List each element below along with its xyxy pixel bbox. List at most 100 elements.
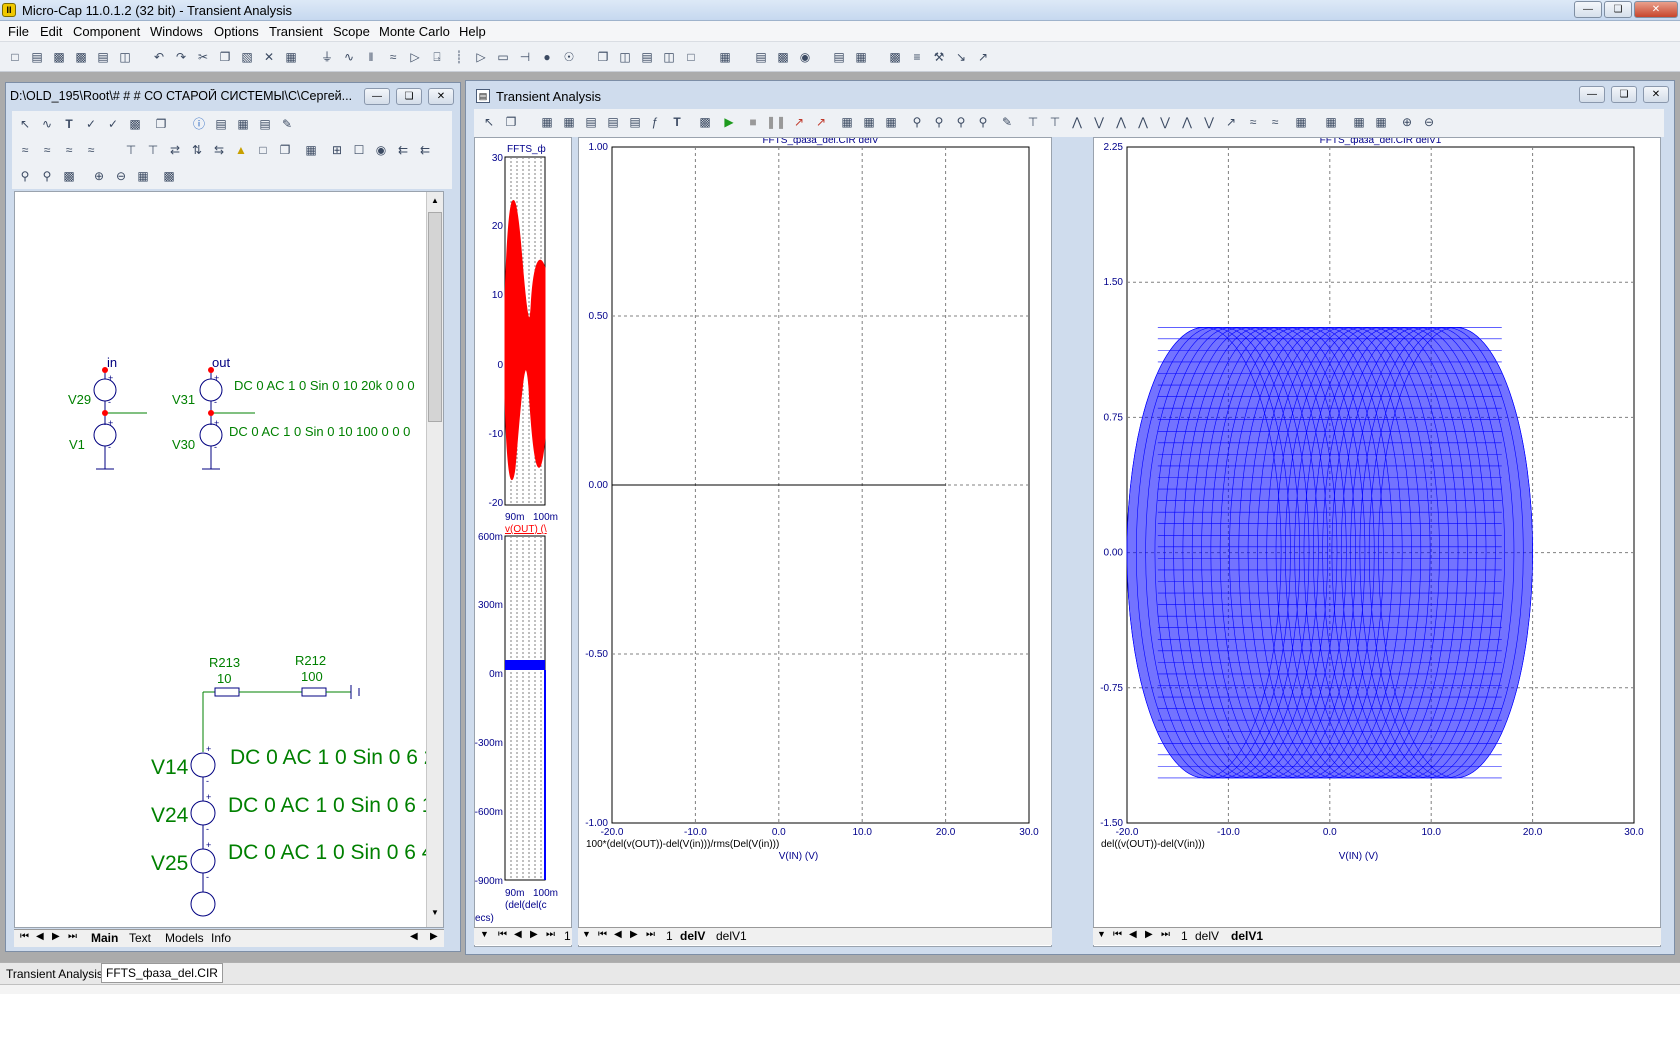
capacitor-icon[interactable]: ‖ xyxy=(362,48,380,66)
bottom-icon[interactable]: ⋁ xyxy=(1200,113,1218,131)
tab-prev-icon[interactable]: ◀ xyxy=(1129,929,1137,940)
horizontal-tag-icon[interactable]: ▦ xyxy=(1322,113,1340,131)
zoom-out-icon[interactable]: ⊖ xyxy=(1420,113,1438,131)
tab-delV[interactable]: delV xyxy=(1195,929,1219,943)
close-button[interactable]: ✕ xyxy=(1634,1,1678,18)
help-icon[interactable]: ▤ xyxy=(212,115,230,133)
schematic-minimize-button[interactable]: — xyxy=(364,88,390,105)
transistor-icon[interactable]: ⍈ xyxy=(428,48,446,66)
zoom-out-icon[interactable]: ⊖ xyxy=(112,167,130,185)
tab-first-icon[interactable]: ⏮ xyxy=(20,931,29,942)
pan-mode-icon[interactable]: ⚲ xyxy=(952,113,970,131)
slider-icon[interactable]: ↗ xyxy=(812,113,830,131)
switch-icon[interactable]: ● xyxy=(538,48,556,66)
pin-connections-icon[interactable]: ⊤ xyxy=(122,141,140,159)
grid-icon[interactable]: ⊤ xyxy=(144,141,162,159)
rotate-icon[interactable]: ⇅ xyxy=(188,141,206,159)
property-icon[interactable]: ▩ xyxy=(886,48,904,66)
slope-icon[interactable]: ↗ xyxy=(1222,113,1240,131)
zoom-in-icon[interactable]: ⊕ xyxy=(90,167,108,185)
point-tag-icon[interactable]: ▦ xyxy=(1350,113,1368,131)
align-icon[interactable]: ⊞ xyxy=(328,141,346,159)
copy-icon[interactable]: ❐ xyxy=(216,48,234,66)
function-icon[interactable]: ƒ xyxy=(646,113,664,131)
tab-first-icon[interactable]: ⏮ xyxy=(1113,929,1122,940)
transient-close-button[interactable]: ✕ xyxy=(1643,86,1669,103)
tile-vertical-icon[interactable]: ◫ xyxy=(616,48,634,66)
graph-icon[interactable]: ↘ xyxy=(952,48,970,66)
zoom-mode-icon[interactable]: ⚲ xyxy=(930,113,948,131)
checkbox-icon[interactable]: ☐ xyxy=(350,141,368,159)
save-all-icon[interactable]: ▩ xyxy=(72,48,90,66)
tab-first-icon[interactable]: ⏮ xyxy=(598,929,607,940)
tab-last-icon[interactable]: ⏭ xyxy=(546,929,555,940)
restore-button[interactable]: ❏ xyxy=(1604,1,1632,18)
attribute-icon[interactable]: ▦ xyxy=(234,115,252,133)
table-icon[interactable]: ▦ xyxy=(882,113,900,131)
text-tool-icon[interactable]: T xyxy=(668,113,686,131)
peak-icon[interactable]: ⊤ xyxy=(1024,113,1042,131)
schematic-canvas[interactable]: + - + - + - + - + - + - + - in out V29 V1 V31 V… xyxy=(14,191,444,928)
warning-icon[interactable]: ▲ xyxy=(232,141,250,159)
text-tool-icon[interactable]: T xyxy=(60,115,78,133)
flip-icon[interactable]: ⇄ xyxy=(166,141,184,159)
mirror-v-icon[interactable]: ⇇ xyxy=(416,141,434,159)
select-arrow-icon[interactable]: ↖ xyxy=(480,113,498,131)
find-next-icon[interactable]: ⚲ xyxy=(38,167,56,185)
edit-icon[interactable]: ✎ xyxy=(278,115,296,133)
tab-page-1[interactable]: 1 xyxy=(1181,929,1188,943)
tab-scroll-icon[interactable]: ▼ xyxy=(1097,929,1106,939)
tab-next-icon[interactable]: ▶ xyxy=(52,931,60,942)
hscroll-left-icon[interactable]: ◀ xyxy=(410,931,418,942)
line-tool-icon[interactable]: ✓ xyxy=(82,115,100,133)
scroll-thumb[interactable] xyxy=(428,212,442,422)
select-all-icon[interactable]: ▦ xyxy=(282,48,300,66)
tab-delV1[interactable]: delV1 xyxy=(716,929,747,943)
cut-icon[interactable]: ✂ xyxy=(194,48,212,66)
menu-windows[interactable]: Windows xyxy=(150,24,203,39)
goto-icon[interactable]: ▩ xyxy=(60,167,78,185)
small-plots-pane[interactable]: FFTS_ф 30 20 10 0 -10 -20 90m 100m v(OUT… xyxy=(474,137,572,947)
tab-prev-icon[interactable]: ◀ xyxy=(514,929,522,940)
delete-icon[interactable]: ✕ xyxy=(260,48,278,66)
split-icon[interactable]: ◫ xyxy=(660,48,678,66)
ground-icon[interactable]: ⏚ xyxy=(318,48,336,66)
paste-icon[interactable]: ▧ xyxy=(238,48,256,66)
transient-restore-button[interactable]: ❏ xyxy=(1611,86,1637,103)
menu-transient[interactable]: Transient xyxy=(269,24,323,39)
schematic-close-button[interactable]: ✕ xyxy=(428,88,454,105)
tab-next-icon[interactable]: ▶ xyxy=(1145,929,1153,940)
tile-horizontal-icon[interactable]: ▤ xyxy=(638,48,656,66)
menu-monte-carlo[interactable]: Monte Carlo xyxy=(379,24,450,39)
tab-scroll-icon[interactable]: ▼ xyxy=(582,929,591,939)
auto-scale-icon[interactable]: ▦ xyxy=(560,113,578,131)
tab-next-icon[interactable]: ▶ xyxy=(630,929,638,940)
tab-prev-icon[interactable]: ◀ xyxy=(36,931,44,942)
hscroll-right-icon[interactable]: ▶ xyxy=(430,931,438,942)
shapes-icon[interactable]: ❐ xyxy=(152,115,170,133)
component-editor-icon[interactable]: ▤ xyxy=(752,48,770,66)
mosfet-icon[interactable]: ┊ xyxy=(450,48,468,66)
find-icon[interactable]: ⚲ xyxy=(16,167,34,185)
page-icon[interactable]: □ xyxy=(254,141,272,159)
tab-delV1[interactable]: delV1 xyxy=(1231,929,1263,943)
tab-last-icon[interactable]: ⏭ xyxy=(1161,929,1170,940)
tab-last-icon[interactable]: ⏭ xyxy=(68,931,77,942)
inflection-icon[interactable]: ⋀ xyxy=(1112,113,1130,131)
tools-icon[interactable]: ⚒ xyxy=(930,48,948,66)
camera-icon[interactable]: ▩ xyxy=(160,167,178,185)
previous-simulation-icon[interactable]: ≈ xyxy=(1266,113,1284,131)
pen-icon[interactable]: ✓ xyxy=(104,115,122,133)
bring-front-icon[interactable]: ❐ xyxy=(276,141,294,159)
global-high-icon[interactable]: ⋀ xyxy=(1134,113,1152,131)
table-icon[interactable]: ▤ xyxy=(256,115,274,133)
run-icon[interactable]: ▶ xyxy=(720,113,738,131)
shape-editor-icon[interactable]: ▩ xyxy=(774,48,792,66)
power-icon[interactable]: ≈ xyxy=(82,141,100,159)
global-low-icon[interactable]: ⋁ xyxy=(1156,113,1174,131)
print-preview-icon[interactable]: ▤ xyxy=(94,48,112,66)
menu-help[interactable]: Help xyxy=(459,24,486,39)
format-icon[interactable]: ✎ xyxy=(998,113,1016,131)
wire-icon[interactable]: ∿ xyxy=(38,115,56,133)
tab-page-1[interactable]: 1 xyxy=(564,929,571,943)
